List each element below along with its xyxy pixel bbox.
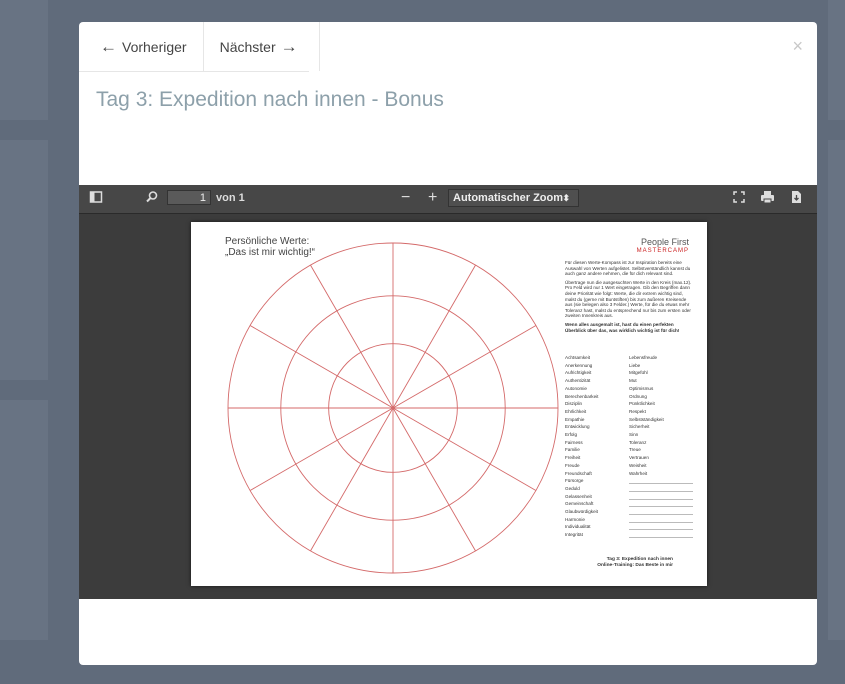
modal-dialog: ← Vorheriger Nächster → × Tag 3: Expedit… <box>79 22 817 665</box>
value-item: Anerkennung <box>565 362 593 368</box>
value-blank-line <box>629 532 693 539</box>
value-item: Authentizität <box>565 378 591 384</box>
value-item: Vertrauen <box>629 455 649 461</box>
value-item: Respekt <box>629 408 646 414</box>
value-item: Pünktlichkeit <box>629 401 655 407</box>
values-list: Achtsamkeit Lebensfreude Anerkennung Liebe A… <box>565 354 700 539</box>
wheel-spoke <box>249 325 394 409</box>
value-item: Liebe <box>629 362 641 368</box>
download-icon[interactable] <box>790 190 803 208</box>
value-item: Gelassenheit <box>565 493 592 499</box>
value-blank-line <box>629 478 693 485</box>
zoom-out-button[interactable]: − <box>401 189 410 206</box>
wheel-spoke <box>392 407 476 552</box>
value-blank-line <box>629 501 693 508</box>
wheel-spoke <box>310 407 394 552</box>
value-item: Freundschaft <box>565 470 592 476</box>
print-icon[interactable] <box>760 190 775 208</box>
wheel-spoke <box>392 407 537 491</box>
brand-logo: People First MASTERCAMP <box>637 238 689 256</box>
instructions-p3: Wenn alles ausgemalt ist, hast du einen … <box>565 321 680 333</box>
value-item: Glaubwürdigkeit <box>565 509 598 515</box>
worksheet-footer: Tag 3: Expedition nach innen Online-Trai… <box>597 557 673 569</box>
value-blank-line <box>629 524 693 531</box>
presentation-mode-icon[interactable] <box>732 190 746 208</box>
value-blank-line <box>629 486 693 492</box>
zoom-in-button[interactable]: + <box>428 189 437 206</box>
pdf-toolbar: 1 von 1 − + Automatischer Zoom ⬍ <box>79 185 817 214</box>
value-item: Harmonie <box>565 516 585 522</box>
previous-label: Vorheriger <box>122 38 187 55</box>
value-item: Familie <box>565 447 580 453</box>
value-item: Aufrichtigkeit <box>565 370 592 376</box>
arrow-right-icon: → <box>280 36 298 56</box>
value-item: Disziplin <box>565 401 583 407</box>
zoom-select[interactable]: Automatischer Zoom ⬍ <box>448 189 579 207</box>
value-item: Freiheit <box>565 455 581 461</box>
value-blank-line <box>629 517 693 523</box>
modal-title: Tag 3: Expedition nach innen - Bonus <box>96 88 444 111</box>
value-item: Toleranz <box>629 439 647 445</box>
value-item: Mut <box>629 378 637 384</box>
wheel-spoke <box>392 264 476 409</box>
value-item: Ehrlichkeit <box>565 408 587 414</box>
value-item: Lebensfreude <box>629 355 658 360</box>
pdf-page: Persönliche Werte: „Das ist mir wichtig!… <box>191 222 707 586</box>
instructions-p1: Für diesen Werte-Kompass ist zur Inspira… <box>565 260 691 277</box>
value-item: Fürsorge <box>565 478 584 484</box>
page-count-label: von 1 <box>216 192 245 204</box>
instructions-p2: Übertrage nun die ausgesuchten Werte in … <box>565 279 692 319</box>
value-item: Erfolg <box>565 432 578 438</box>
value-item: Integrität <box>565 532 583 538</box>
value-item: Geduld <box>565 485 580 491</box>
value-item: Individualität <box>565 524 591 530</box>
value-item: Entwicklung <box>565 424 590 430</box>
sidebar-toggle-icon[interactable] <box>89 190 103 208</box>
wheel-spoke <box>249 407 394 491</box>
logo-line1: People First <box>640 237 689 247</box>
close-icon[interactable]: × <box>792 36 803 57</box>
value-item: Weisheit <box>629 462 647 468</box>
logo-line2: MASTERCAMP <box>636 248 689 254</box>
values-wheel <box>227 242 559 574</box>
wheel-spoke <box>392 325 537 409</box>
footer-line2: Online-Training: Das Beste in mir <box>597 563 673 568</box>
wheel-spoke <box>310 264 394 409</box>
value-item: Achtsamkeit <box>565 355 591 360</box>
next-label: Nächster <box>219 38 276 55</box>
value-item: Sicherheit <box>629 424 650 430</box>
search-icon[interactable] <box>145 190 159 208</box>
previous-button[interactable]: ← Vorheriger <box>79 22 204 71</box>
modal-navigation: ← Vorheriger Nächster → <box>79 22 320 72</box>
pdf-viewer: 1 von 1 − + Automatischer Zoom ⬍ Persönl… <box>79 185 817 599</box>
value-item: Mitgefühl <box>629 370 648 376</box>
value-item: Sinn <box>629 432 639 438</box>
value-blank-line <box>629 494 693 500</box>
next-button[interactable]: Nächster → <box>204 22 320 71</box>
zoom-select-value: Automatischer Zoom <box>453 192 564 204</box>
value-item: Gemeinschaft <box>565 501 594 507</box>
instructions: Für diesen Werte-Kompass ist zur Inspira… <box>565 260 693 333</box>
value-item: Ordnung <box>629 393 647 399</box>
arrow-left-icon: ← <box>100 36 117 56</box>
value-blank-line <box>629 509 693 516</box>
value-item: Wahrheit <box>629 470 648 476</box>
value-item: Empathie <box>565 416 585 422</box>
chevron-updown-icon: ⬍ <box>562 193 570 203</box>
value-item: Treue <box>629 447 641 453</box>
value-item: Selbstständigkeit <box>629 416 664 422</box>
value-item: Freude <box>565 462 580 468</box>
value-item: Berechenbarkeit <box>565 393 599 399</box>
value-item: Optimismus <box>629 385 654 391</box>
value-item: Autonomie <box>565 385 587 391</box>
page-number-input[interactable]: 1 <box>167 190 211 205</box>
value-item: Fairness <box>565 439 583 445</box>
